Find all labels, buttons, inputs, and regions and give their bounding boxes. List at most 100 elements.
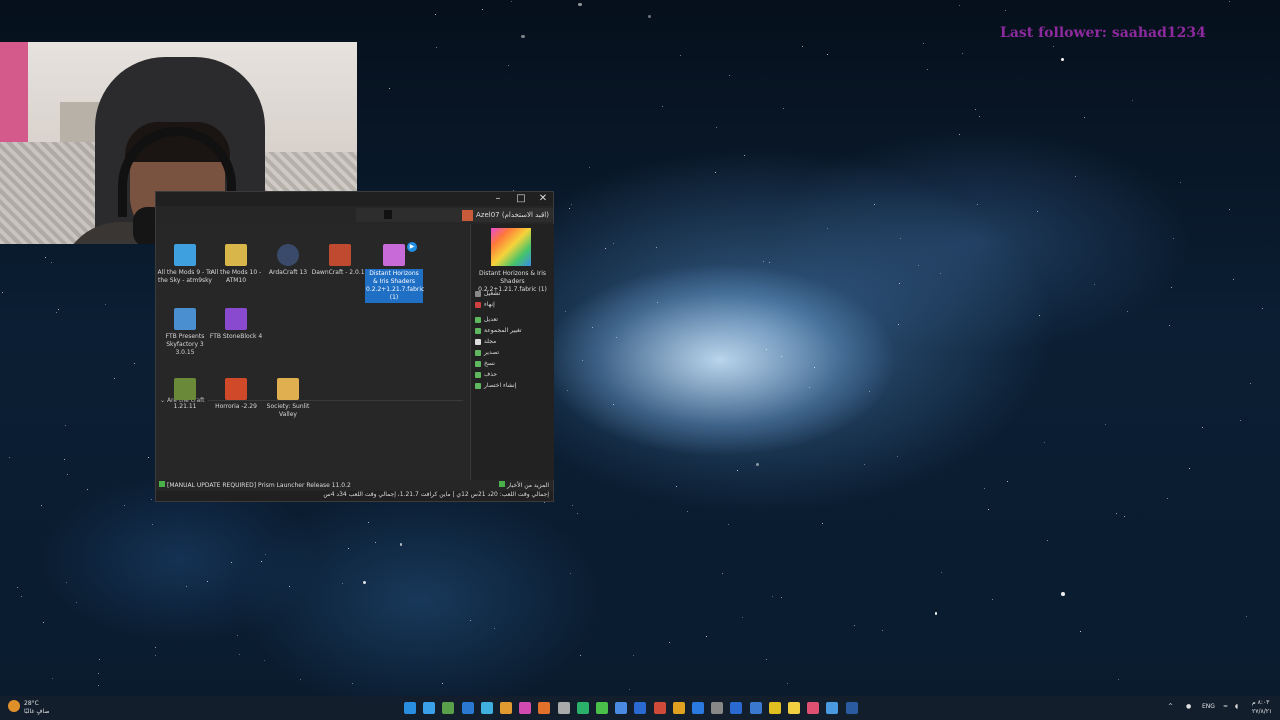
taskbar-app-icon[interactable] [692, 702, 704, 714]
star [20, 595, 22, 597]
action-export[interactable]: تصدير [475, 349, 550, 356]
star [715, 126, 717, 128]
instance-tile[interactable]: All the Mods 9 - To the Sky - atm9sky [156, 244, 214, 285]
taskbar-app-icon[interactable] [711, 702, 724, 714]
action-launch[interactable]: تشغيل [475, 290, 550, 297]
microphone-tray-icon[interactable]: ● [1186, 703, 1191, 710]
weather-desc: صافٍ غالبًا [24, 708, 50, 715]
instance-tile-selected[interactable]: Distant Horizons & Iris Shaders 0.2.2+1.… [365, 244, 424, 303]
taskbar-app-icon[interactable] [538, 702, 551, 714]
star [510, 0, 512, 2]
account-menu[interactable]: Azel07 (اقبد الاستخدام) [461, 209, 549, 221]
star [896, 456, 898, 458]
star [42, 621, 44, 623]
instance-tile[interactable]: ArdaCraft 13 [259, 244, 317, 277]
taskbar-app-icon[interactable] [615, 702, 628, 714]
star [926, 68, 928, 70]
star [686, 510, 688, 512]
taskbar-app-icon[interactable] [480, 702, 493, 714]
star [934, 611, 938, 615]
star [1232, 278, 1234, 280]
clock-date[interactable]: ٢٧/٨/٢١ [1252, 708, 1272, 715]
instance-tile[interactable]: DawnCraft - 2.0.15 [311, 244, 369, 277]
clock-time[interactable]: ٨:٠٣ م [1252, 699, 1269, 706]
star [615, 336, 617, 338]
star [727, 523, 729, 525]
taskbar-app-icon[interactable] [500, 702, 512, 714]
taskbar-app-icon[interactable] [576, 702, 589, 714]
taskbar-app-icon[interactable] [788, 702, 800, 714]
star [580, 654, 582, 656]
update-notice[interactable]: [MANUAL UPDATE REQUIRED] Prism Launcher … [159, 481, 351, 489]
taskbar-app-icon[interactable] [826, 702, 839, 714]
cat-icon[interactable] [384, 210, 392, 219]
news-link[interactable]: المزيد من الأخبار [498, 481, 549, 489]
weather-temp[interactable]: 28°C [24, 700, 39, 707]
action-copy[interactable]: نسخ [475, 360, 550, 367]
action-edit[interactable]: تعديل [475, 316, 550, 323]
star [974, 109, 976, 110]
taskbar-app-icon[interactable] [596, 702, 608, 714]
star [1115, 512, 1117, 514]
instance-icon [225, 308, 247, 330]
taskbar-app-icon[interactable] [634, 702, 647, 714]
instance-tile[interactable]: Horroria -2.29 [207, 378, 265, 411]
star [983, 487, 985, 489]
window-titlebar[interactable]: – □ ✕ [156, 192, 553, 206]
instance-tile[interactable]: 1.21.11 [156, 378, 214, 411]
account-label: Azel07 (اقبد الاستخدام) [475, 211, 549, 219]
taskbar-app-icon[interactable] [423, 702, 436, 714]
star [351, 682, 353, 684]
taskbar-app-icon[interactable] [730, 702, 743, 714]
tray-overflow-icon[interactable]: ^ [1168, 703, 1173, 710]
instance-icon [225, 378, 247, 400]
avatar [461, 209, 473, 221]
weather-icon[interactable] [8, 700, 20, 712]
taskbar-app-icon[interactable] [442, 702, 455, 714]
instance-icon [277, 244, 299, 266]
action-delete[interactable]: حذف [475, 371, 550, 378]
volume-icon[interactable]: ◖ [1235, 703, 1238, 710]
language-indicator[interactable]: ENG [1202, 703, 1215, 710]
star [154, 655, 156, 657]
star [564, 310, 566, 312]
taskbar-app-icon[interactable] [672, 702, 685, 714]
star [57, 308, 59, 310]
close-icon[interactable]: ✕ [532, 192, 554, 206]
star [1038, 314, 1040, 316]
instance-tile[interactable]: FTB Presents Skyfactory 3 3.0.15 [156, 308, 214, 357]
taskbar-app-icon[interactable] [845, 702, 858, 714]
action-create-shortcut[interactable]: إنشاء اختصار [475, 382, 550, 389]
star [961, 52, 963, 54]
playtime-bar: إجمالي وقت اللعب: 20د 21س 12ي | ماين كرا… [156, 491, 553, 501]
minimize-icon[interactable]: – [487, 192, 509, 206]
network-icon[interactable]: ≈ [1223, 703, 1228, 710]
taskbar-app-icon[interactable] [749, 702, 762, 714]
star [1052, 46, 1054, 47]
taskbar-app-icon[interactable] [557, 702, 570, 714]
taskbar-app-icon[interactable] [768, 702, 781, 714]
maximize-icon[interactable]: □ [510, 192, 532, 206]
taskbar-app-icon[interactable] [807, 702, 820, 714]
action-folder[interactable]: مجلد [475, 338, 550, 345]
instance-tile[interactable]: Society: Sunlit Valley [259, 378, 317, 419]
news-icon [498, 481, 505, 487]
star [826, 228, 828, 230]
taskbar-app-icon[interactable] [653, 702, 666, 714]
instance-icon [277, 378, 299, 400]
prism-launcher-window: – □ ✕ Azel07 (اقبد الاستخدام) All the Mo… [155, 191, 554, 502]
instance-tile[interactable]: FTB StoneBlock 4 [207, 308, 265, 341]
star [133, 362, 135, 364]
webcam-curtain [0, 42, 28, 152]
instance-tile[interactable]: All the Mods 10 - ATM10 [207, 244, 265, 285]
action-change-group[interactable]: تغيير المجموعة [475, 327, 550, 334]
star [576, 512, 578, 514]
start-icon[interactable] [404, 702, 416, 714]
star [669, 641, 671, 643]
play-icon[interactable]: ▶ [407, 242, 417, 252]
instance-icon [174, 308, 196, 330]
taskbar-app-icon[interactable] [519, 702, 532, 714]
star [151, 523, 153, 525]
taskbar-app-icon[interactable] [461, 702, 474, 714]
action-kill[interactable]: إنهاء [475, 301, 550, 308]
